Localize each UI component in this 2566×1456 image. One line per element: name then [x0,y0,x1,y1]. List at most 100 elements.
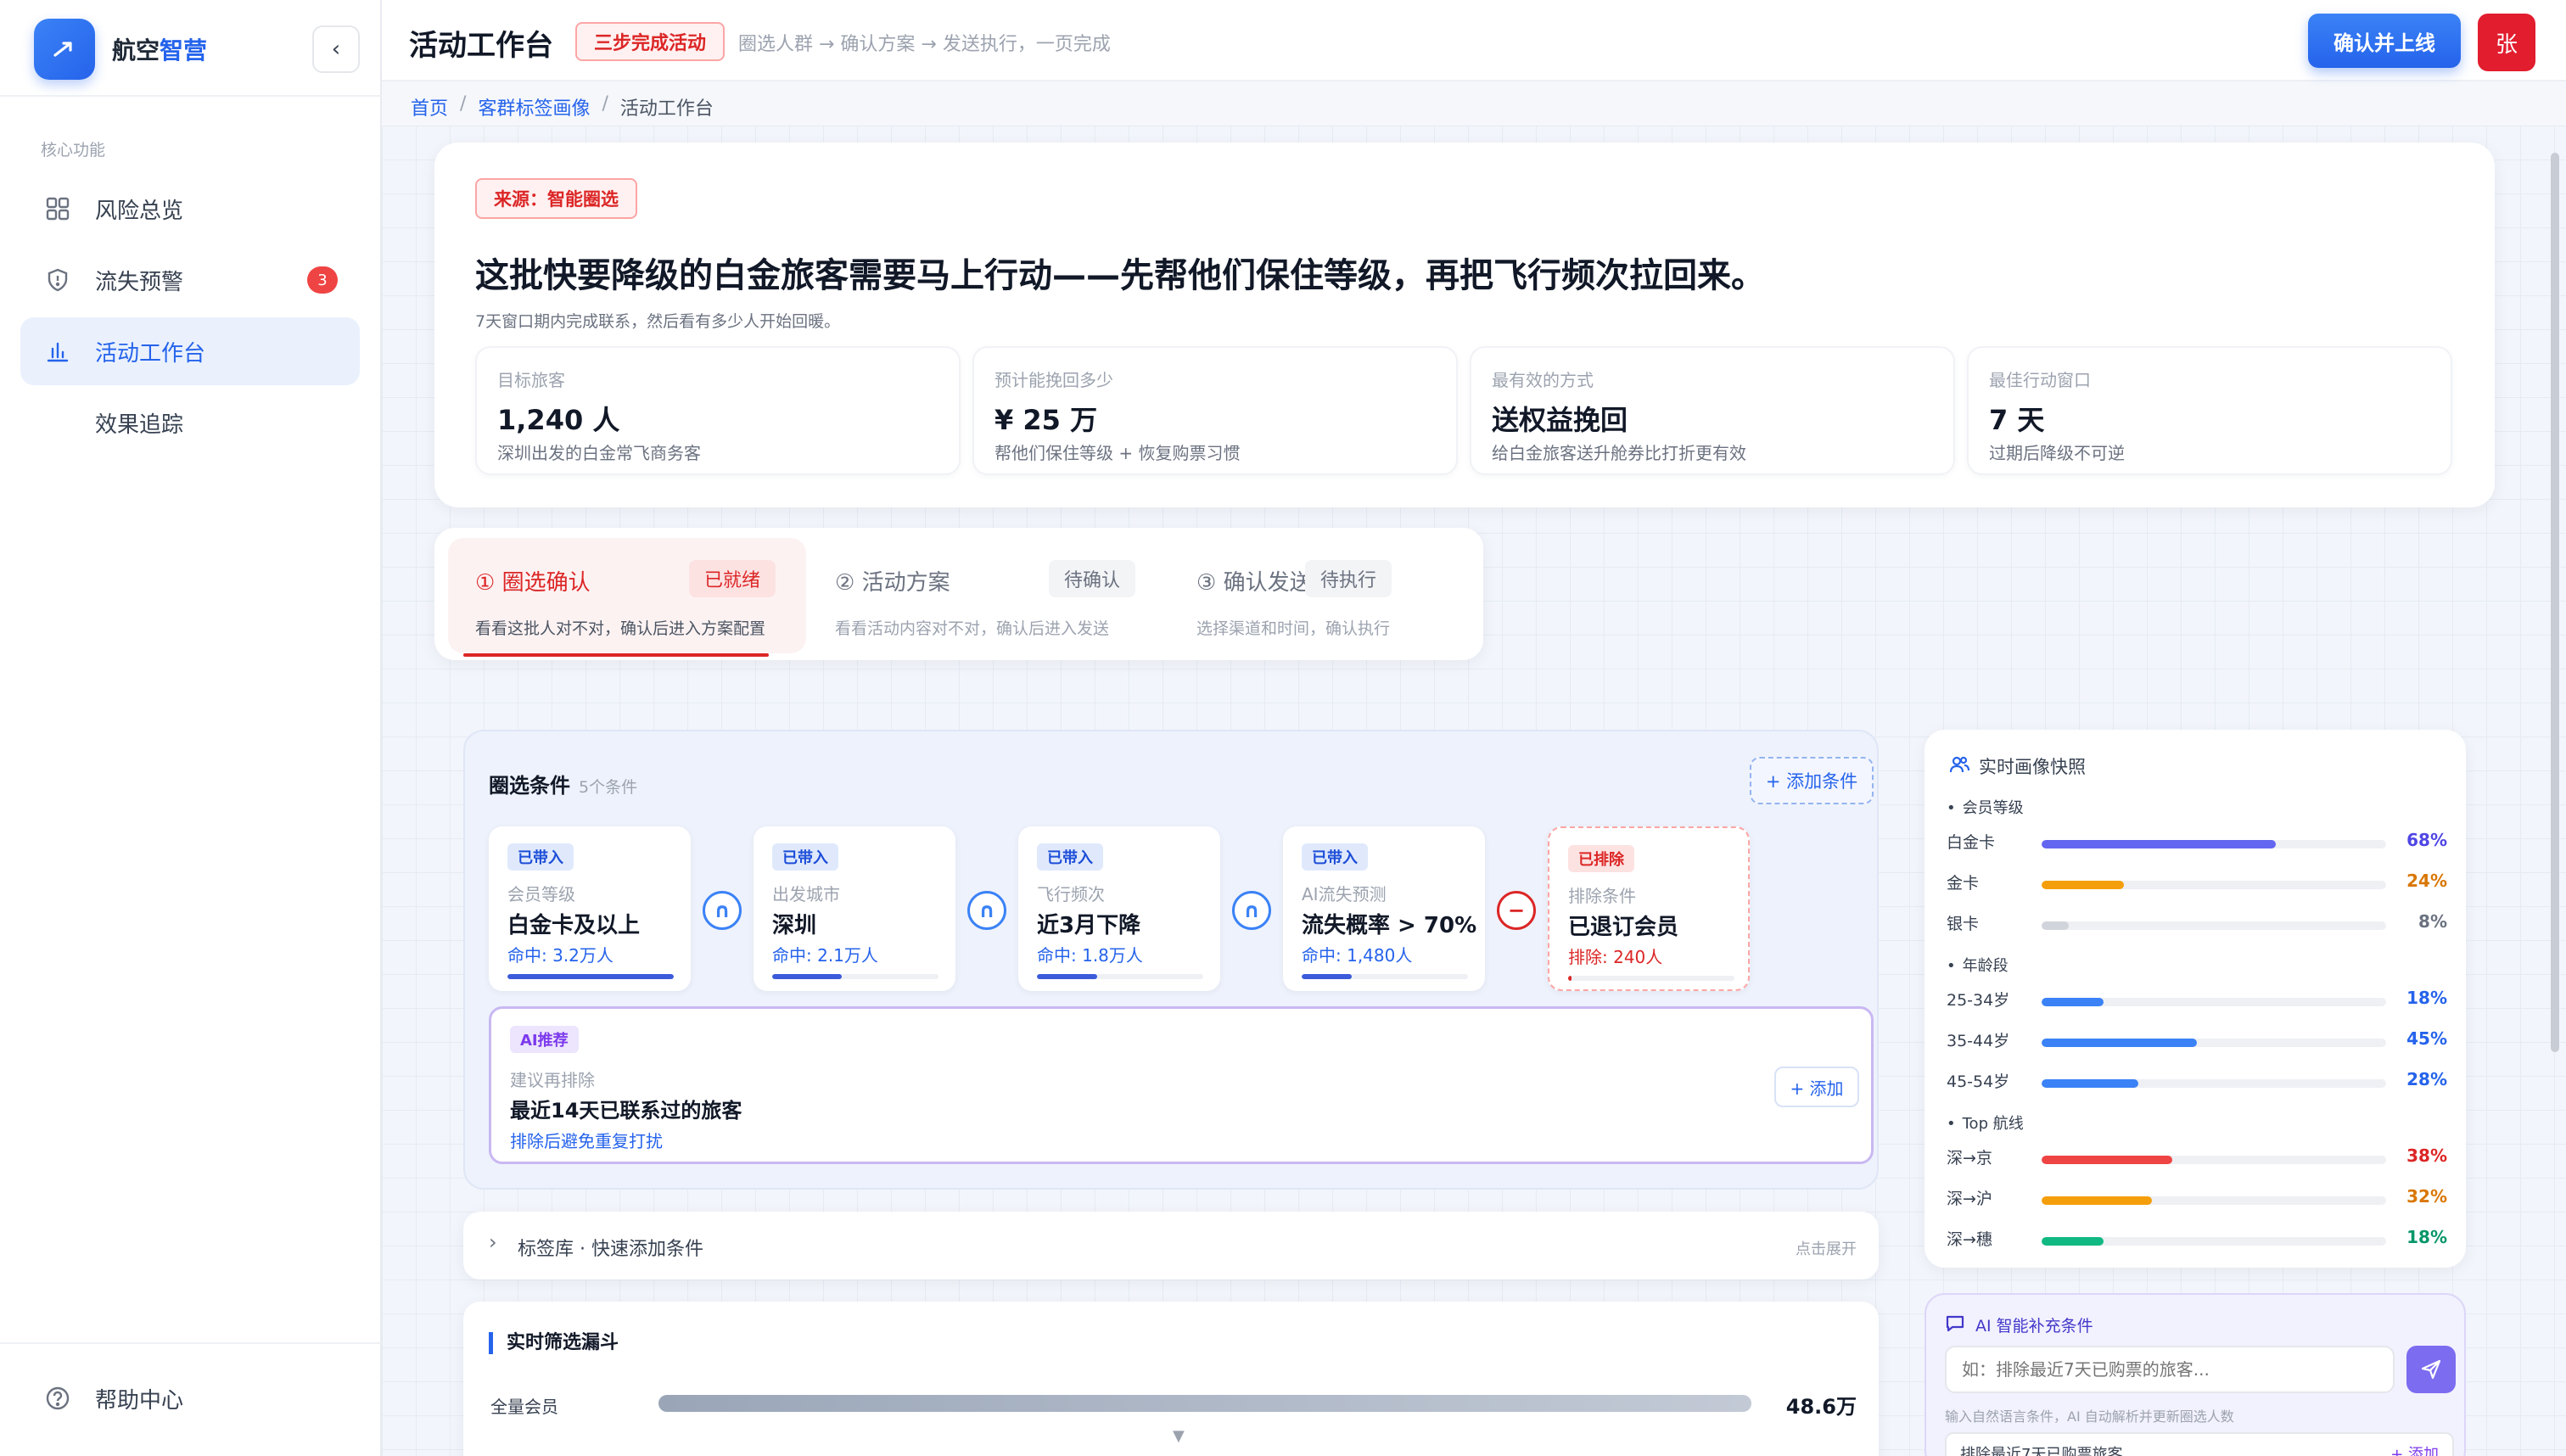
intersect-operator-icon[interactable]: ∩ [703,891,742,930]
condition-hit-bar-fill [772,974,843,979]
snapshot-group-label: 年龄段 [1947,954,2009,976]
tag-library-toggle[interactable]: › 标签库 · 快速添加条件 点击展开 [463,1212,1879,1280]
step-tabs: ① 圈选确认 已就绪 看看这批人对不对，确认后进入方案配置 ② 活动方案 待确认… [434,528,1483,660]
brand-logo-icon [34,19,95,80]
snapshot-row: 25-34岁 18% [1947,988,2447,1013]
sidebar-item-risk-overview[interactable]: 风险总览 [20,175,360,243]
snapshot-row-label: 白金卡 [1947,833,1996,852]
steps-badge: 三步完成活动 [575,22,726,61]
stat-card-window: 最佳行动窗口 7 天 过期后降级不可逆 [1967,346,2452,475]
sidebar-item-label: 活动工作台 [95,340,206,367]
snapshot-row: 金卡 24% [1947,871,2447,896]
snapshot-row-label: 35-44岁 [1947,1032,2010,1050]
send-button[interactable] [2406,1346,2456,1393]
funnel-title: 实时筛选漏斗 [489,1332,619,1354]
step-desc: 选择渠道和时间，确认执行 [1196,619,1391,638]
ai-suggestion-label: 建议再排除 [510,1070,595,1090]
tab-step-selection[interactable]: ① 圈选确认 已就绪 看看这批人对不对，确认后进入方案配置 [448,538,806,653]
condition-hit-bar [507,974,674,979]
sidebar-item-help-center[interactable]: 帮助中心 [20,1364,360,1432]
ai-condition-input[interactable] [1945,1346,2395,1393]
stat-value: 送权益挽回 [1492,404,1628,436]
step-title: ③ 确认发送 [1196,570,1312,596]
main-scrollbar[interactable] [2551,153,2559,1052]
stat-label: 最有效的方式 [1492,370,1594,390]
stat-card-method: 最有效的方式 送权益挽回 给白金旅客送升舱券比打折更有效 [1470,346,1955,475]
stat-value: ¥ 25 万 [994,404,1098,436]
tab-step-plan[interactable]: ② 活动方案 待确认 看看活动内容对不对，确认后进入发送 [808,538,1161,653]
condition-tag: 已带入 [1037,843,1103,871]
condition-label: 出发城市 [772,884,840,904]
snapshot-title: 实时画像快照 [1979,757,2086,777]
snapshot-row: 深→沪 32% [1947,1186,2447,1212]
stat-label: 目标旅客 [497,370,565,390]
condition-tag: 已带入 [1302,843,1368,871]
brand-name: 航空智营 [112,36,208,64]
snapshot-bar-fill [2042,881,2125,889]
bar-chart-icon [44,338,71,365]
condition-hit-bar-fill [1302,974,1352,979]
condition-hit-bar-fill [1037,974,1097,979]
profile-snapshot-panel: 实时画像快照 会员等级 白金卡 68% 金卡 24% 银卡 8% 年龄段 25-… [1924,730,2466,1268]
exclude-operator-icon[interactable]: − [1497,891,1536,930]
snapshot-row: 银卡 8% [1947,911,2447,937]
intersect-operator-icon[interactable]: ∩ [1232,891,1271,930]
snapshot-row-pct: 8% [2418,911,2447,932]
condition-count: 5个条件 [579,778,638,797]
breadcrumb-segment-profile[interactable]: 客群标签画像 [478,93,590,120]
breadcrumb-home[interactable]: 首页 [411,93,448,120]
condition-value: 流失概率 > 70% [1302,913,1477,938]
breadcrumb-separator: / [602,93,608,115]
snapshot-row-label: 深→京 [1947,1149,1992,1168]
snapshot-bar-track [2042,881,2386,889]
snapshot-row-pct: 28% [2406,1069,2447,1089]
snapshot-row: 深→京 38% [1947,1145,2447,1171]
shield-icon [44,266,71,294]
stat-value: 7 天 [1989,404,2045,436]
snapshot-bar-fill [2042,921,2070,930]
sidebar-item-campaign-workbench[interactable]: 活动工作台 [20,317,360,385]
sidebar-item-churn-alert[interactable]: 流失预警 3 [20,246,360,314]
condition-hit-bar-fill [507,974,674,979]
user-avatar[interactable]: 张 [2478,14,2535,71]
ai-suggestion-value: 最近14天已联系过的旅客 [510,1099,742,1123]
ai-suggestion-chip[interactable]: 排除最近7天已购票旅客 + 添加 [1945,1432,2454,1456]
stat-note: 帮他们保住等级 + 恢复购票习惯 [994,443,1241,463]
step-desc: 看看活动内容对不对，确认后进入发送 [835,619,1110,638]
send-icon [2421,1359,2441,1380]
step-status-badge: 已就绪 [689,560,776,597]
help-circle-icon [44,1385,71,1412]
ai-suggestion-add-button[interactable]: + 添加 [1774,1067,1859,1107]
step-desc: 看看这批人对不对，确认后进入方案配置 [475,619,766,638]
snapshot-row-label: 银卡 [1947,915,1980,933]
condition-hit: 命中: 1.8万人 [1037,945,1143,966]
stat-label: 最佳行动窗口 [1989,370,2091,390]
snapshot-row-label: 45-54岁 [1947,1072,2010,1091]
condition-card-flight-frequency[interactable]: 已带入 飞行频次 近3月下降 命中: 1.8万人 [1018,826,1220,991]
collapse-sidebar-button[interactable]: ‹ [312,25,360,73]
intersect-operator-icon[interactable]: ∩ [967,891,1006,930]
condition-hit: 命中: 2.1万人 [772,945,878,966]
chevron-left-icon: ‹ [331,36,341,62]
breadcrumb-separator: / [460,93,467,115]
snapshot-row-pct: 24% [2406,871,2447,891]
confirm-launch-button[interactable]: 确认并上线 [2308,14,2461,68]
add-condition-button[interactable]: + 添加条件 [1750,757,1874,804]
ai-chip-label: 排除最近7天已购票旅客 [1960,1446,2123,1456]
condition-card-ai-churn[interactable]: 已带入 AI流失预测 流失概率 > 70% 命中: 1,480人 [1283,826,1485,991]
condition-card-member-level[interactable]: 已带入 会员等级 白金卡及以上 命中: 3.2万人 [489,826,691,991]
brand[interactable]: 航空智营 [34,19,207,80]
ai-chip-add-button[interactable]: + 添加 [2390,1442,2439,1456]
condition-card-excluded[interactable]: 已排除 排除条件 已退订会员 排除: 240人 [1548,826,1750,991]
ai-input-hint: 输入自然语言条件，AI 自动解析并更新圈选人数 [1945,1408,2234,1425]
tag-library-title: 标签库 · 快速添加条件 [518,1239,703,1260]
panel-title: 圈选条件 5个条件 [489,774,638,798]
header-subtitle: 圈选人群 → 确认方案 → 发送执行，一页完成 [738,34,1111,55]
sidebar-item-effect-tracking[interactable]: 效果追踪 [20,389,360,456]
snapshot-row-label: 深→沪 [1947,1190,1992,1208]
active-step-indicator [463,653,769,657]
condition-card-departure-city[interactable]: 已带入 出发城市 深圳 命中: 2.1万人 [754,826,955,991]
tab-step-send[interactable]: ③ 确认发送 待执行 选择渠道和时间，确认执行 [1169,538,1475,653]
step-title: ① 圈选确认 [475,570,591,596]
condition-hit-bar [772,974,938,979]
